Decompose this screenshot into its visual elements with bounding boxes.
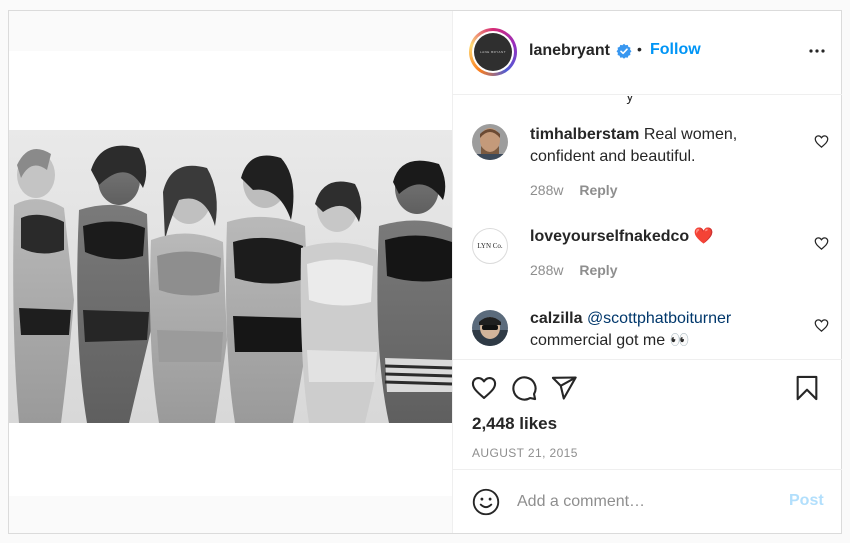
instagram-post: LANE BRYANT lanebryant • Follow y timhal… xyxy=(8,10,842,534)
brand-logo: LANE BRYANT xyxy=(474,33,512,71)
comment-time[interactable]: 288w xyxy=(530,182,563,198)
add-comment-bar: Post xyxy=(453,469,842,533)
comments-list[interactable]: y timhalberstam Real women, confident an… xyxy=(453,96,842,359)
follow-button[interactable]: Follow xyxy=(650,41,701,59)
avatar[interactable]: LYN Co. xyxy=(472,228,508,264)
emoji-icon[interactable] xyxy=(472,488,500,516)
comment-icon[interactable] xyxy=(510,374,538,402)
comment-meta: 288w Reply xyxy=(530,262,617,278)
post-header: LANE BRYANT lanebryant • Follow xyxy=(453,11,842,95)
reply-button[interactable]: Reply xyxy=(579,182,617,198)
comment-text: loveyourselfnakedco ❤️ xyxy=(530,226,800,248)
comment-mention[interactable]: @scottphatboiturner xyxy=(587,310,731,327)
comment-username[interactable]: loveyourselfnakedco xyxy=(530,228,689,245)
comment-text: calzilla @scottphatboiturner commercial … xyxy=(530,308,800,352)
separator-dot: • xyxy=(637,41,642,57)
post-date[interactable]: AUGUST 21, 2015 xyxy=(472,446,578,460)
post-actions: 2,448 likes AUGUST 21, 2015 xyxy=(453,359,842,469)
comment-time[interactable]: 288w xyxy=(530,262,563,278)
avatar[interactable]: LANE BRYANT xyxy=(469,28,517,76)
heart-icon[interactable] xyxy=(814,134,829,149)
comment-item: timhalberstam Real women, confident and … xyxy=(453,124,842,204)
comment-body: ❤️ xyxy=(693,228,714,245)
comment-body: commercial got me 👀 xyxy=(530,332,690,349)
comment-text: timhalberstam Real women, confident and … xyxy=(530,124,800,168)
comment-username[interactable]: calzilla xyxy=(530,310,582,327)
comment-meta: 288w Reply xyxy=(530,182,617,198)
avatar[interactable] xyxy=(472,124,508,160)
heart-icon[interactable] xyxy=(814,318,829,333)
share-icon[interactable] xyxy=(550,374,578,402)
avatar[interactable] xyxy=(472,310,508,346)
comment-input[interactable] xyxy=(517,488,777,516)
comment-item: LYN Co. loveyourselfnakedco ❤️ 288w Repl… xyxy=(453,226,842,296)
post-button[interactable]: Post xyxy=(789,492,824,510)
post-sidebar: LANE BRYANT lanebryant • Follow y timhal… xyxy=(452,11,842,533)
verified-badge-icon xyxy=(616,43,632,59)
comment-item: calzilla @scottphatboiturner commercial … xyxy=(453,308,842,359)
post-media[interactable] xyxy=(9,11,452,533)
clipped-comment-text: y xyxy=(603,96,634,104)
more-options-icon[interactable] xyxy=(805,39,829,63)
comment-username[interactable]: timhalberstam xyxy=(530,126,639,143)
heart-icon[interactable] xyxy=(470,374,498,402)
reply-button[interactable]: Reply xyxy=(579,262,617,278)
heart-icon[interactable] xyxy=(814,236,829,251)
avatar-logo-text: LYN Co. xyxy=(477,242,503,250)
likes-count[interactable]: 2,448 likes xyxy=(472,414,557,434)
bookmark-icon[interactable] xyxy=(793,374,821,402)
post-photo xyxy=(9,130,452,423)
username[interactable]: lanebryant xyxy=(529,42,610,60)
